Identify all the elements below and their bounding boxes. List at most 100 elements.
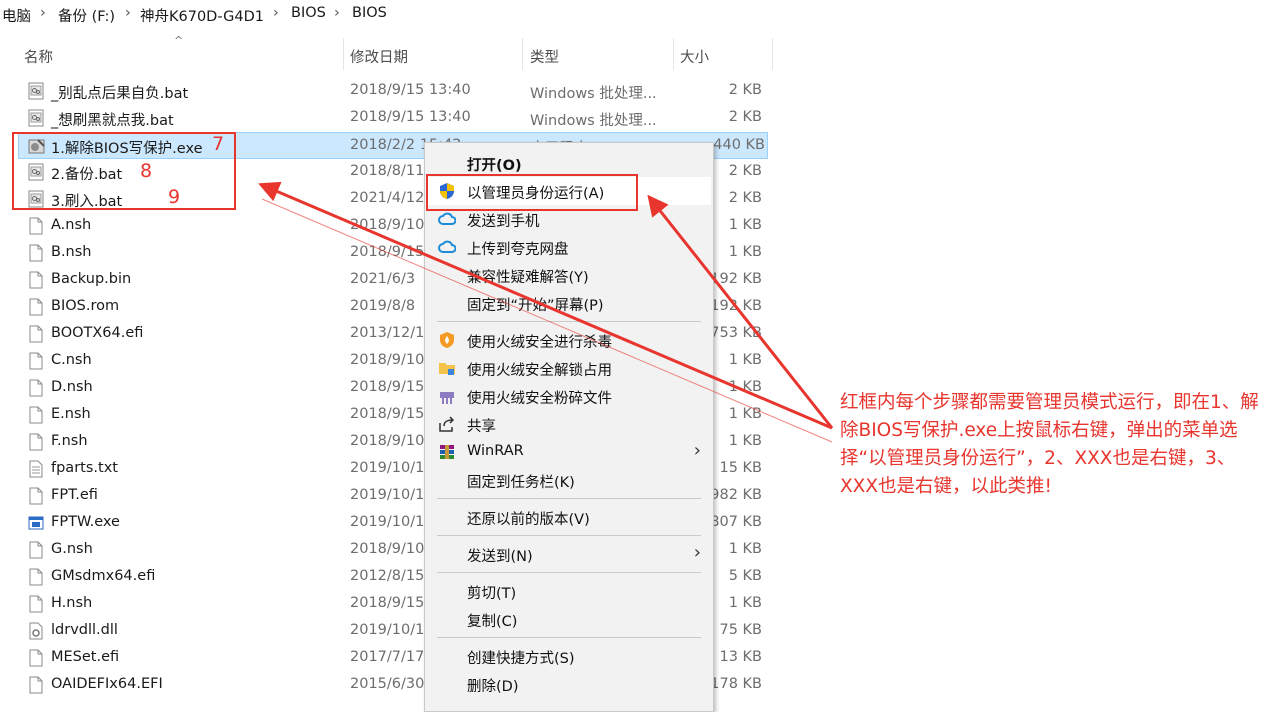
- file-name: BOOTX64.efi: [51, 325, 144, 341]
- column-divider[interactable]: [343, 38, 344, 70]
- file-date: 2018/9/15: [350, 595, 425, 611]
- menu-item[interactable]: 剪切(T): [427, 577, 711, 605]
- column-name[interactable]: 名称: [24, 46, 53, 67]
- file-size: 1 KB: [728, 379, 762, 395]
- annotation-step-7: 7: [212, 133, 225, 155]
- file-size: 192 KB: [710, 298, 762, 314]
- file-name: _别乱点后果自负.bat: [51, 86, 189, 102]
- menu-item[interactable]: 打开(O): [427, 149, 711, 177]
- generic-file-icon: [28, 244, 44, 262]
- generic-file-icon: [28, 487, 44, 505]
- menu-item-label: 发送到(N): [467, 549, 533, 565]
- file-size: 1 KB: [728, 541, 762, 557]
- menu-item[interactable]: 使用火绒安全解锁占用: [427, 354, 711, 382]
- file-date: 2018/9/10: [350, 541, 425, 557]
- menu-item[interactable]: 固定到任务栏(K): [427, 466, 711, 494]
- menu-item-label: 剪切(T): [467, 586, 517, 602]
- file-name: GMsdmx64.efi: [51, 568, 156, 584]
- file-size: 2 KB: [728, 82, 762, 98]
- file-date: 2018/8/11: [350, 163, 425, 179]
- bat-file-icon: [28, 82, 44, 100]
- dll-file-icon: [28, 622, 44, 640]
- generic-file-icon: [28, 649, 44, 667]
- menu-item-label: 使用火绒安全粉碎文件: [467, 391, 612, 407]
- file-row[interactable]: _想刷黑就点我.bat 2018/9/15 13:40 Windows 批处理...…: [0, 105, 770, 132]
- chevron-right-icon: ›: [693, 542, 701, 563]
- file-date: 2018/9/10: [350, 217, 425, 233]
- file-name: FPT.efi: [51, 487, 98, 503]
- menu-item[interactable]: 使用火绒安全进行杀毒: [427, 326, 711, 354]
- menu-item-label: 固定到任务栏(K): [467, 475, 575, 491]
- app-window-icon: [28, 514, 44, 532]
- menu-separator: [437, 498, 701, 499]
- file-size: 440 KB: [713, 137, 765, 153]
- file-date: 2018/9/10: [350, 433, 425, 449]
- generic-file-icon: [28, 352, 44, 370]
- generic-file-icon: [28, 271, 44, 289]
- chevron-right-icon: ›: [693, 440, 701, 461]
- menu-item[interactable]: 共享: [427, 410, 711, 438]
- file-date: 2019/10/1: [350, 622, 425, 638]
- bat-file-icon: [28, 109, 44, 127]
- menu-item[interactable]: 复制(C): [427, 605, 711, 633]
- chevron-right-icon[interactable]: ›: [334, 5, 340, 21]
- chevron-right-icon[interactable]: ›: [273, 5, 279, 21]
- menu-item[interactable]: 使用火绒安全粉碎文件: [427, 382, 711, 410]
- column-date[interactable]: 修改日期: [350, 46, 408, 67]
- menu-item[interactable]: 创建快捷方式(S): [427, 642, 711, 670]
- file-name: F.nsh: [51, 433, 88, 449]
- file-size: 2 KB: [728, 109, 762, 125]
- file-size: 1 KB: [728, 595, 762, 611]
- file-name: FPTW.exe: [51, 514, 120, 530]
- breadcrumb-item[interactable]: 神舟K670D-G4D1: [140, 5, 264, 26]
- menu-item[interactable]: WinRAR ›: [427, 438, 711, 466]
- generic-file-icon: [28, 379, 44, 397]
- file-name: E.nsh: [51, 406, 91, 422]
- menu-item[interactable]: 删除(D): [427, 670, 711, 698]
- file-date: 2018/9/15 13:40: [350, 82, 471, 98]
- file-size: 13 KB: [719, 649, 762, 665]
- breadcrumb-item[interactable]: BIOS: [352, 5, 387, 21]
- file-size: 5 KB: [728, 568, 762, 584]
- column-divider[interactable]: [673, 38, 674, 70]
- menu-separator: [437, 321, 701, 322]
- menu-item[interactable]: 兼容性疑难解答(Y): [427, 261, 711, 289]
- chevron-right-icon[interactable]: ›: [125, 5, 131, 21]
- column-divider[interactable]: [522, 38, 523, 70]
- annotation-red-box: [12, 132, 236, 210]
- file-date: 2019/10/1: [350, 487, 425, 503]
- file-row[interactable]: _别乱点后果自负.bat 2018/9/15 13:40 Windows 批处理..…: [0, 78, 770, 105]
- menu-item[interactable]: 还原以前的版本(V): [427, 503, 711, 531]
- breadcrumb-item[interactable]: 电脑: [2, 5, 31, 26]
- annotation-step-9: 9: [168, 186, 181, 208]
- file-type: Windows 批处理...: [530, 86, 657, 102]
- menu-item[interactable]: 上传到夸克网盘: [427, 233, 711, 261]
- file-name: A.nsh: [51, 217, 92, 233]
- menu-item[interactable]: 固定到“开始”屏幕(P): [427, 289, 711, 317]
- cloud-icon: [438, 210, 457, 228]
- menu-separator: [437, 572, 701, 573]
- annotation-step-8: 8: [140, 160, 153, 182]
- menu-item-label: 兼容性疑难解答(Y): [467, 270, 589, 286]
- file-size: 1 KB: [728, 406, 762, 422]
- column-size[interactable]: 大小: [680, 46, 709, 67]
- generic-file-icon: [28, 541, 44, 559]
- file-type: Windows 批处理...: [530, 113, 657, 129]
- file-size: 1 KB: [728, 352, 762, 368]
- shredder-icon: [438, 387, 456, 405]
- file-size: 1 KB: [728, 433, 762, 449]
- breadcrumb-item[interactable]: BIOS: [291, 5, 326, 21]
- menu-item[interactable]: 发送到(N) ›: [427, 540, 711, 568]
- generic-file-icon: [28, 325, 44, 343]
- file-date: 2012/8/15: [350, 568, 425, 584]
- share-icon: [438, 415, 456, 433]
- menu-item-label: 打开(O): [467, 158, 522, 174]
- folder-lock-icon: [438, 359, 456, 377]
- column-type[interactable]: 类型: [530, 46, 559, 67]
- menu-separator: [437, 535, 701, 536]
- menu-item-label: 发送到手机: [467, 214, 540, 230]
- breadcrumb-item[interactable]: 备份 (F:): [58, 5, 115, 26]
- file-size: 807 KB: [710, 514, 762, 530]
- chevron-right-icon[interactable]: ›: [40, 5, 46, 21]
- column-divider[interactable]: [772, 38, 773, 70]
